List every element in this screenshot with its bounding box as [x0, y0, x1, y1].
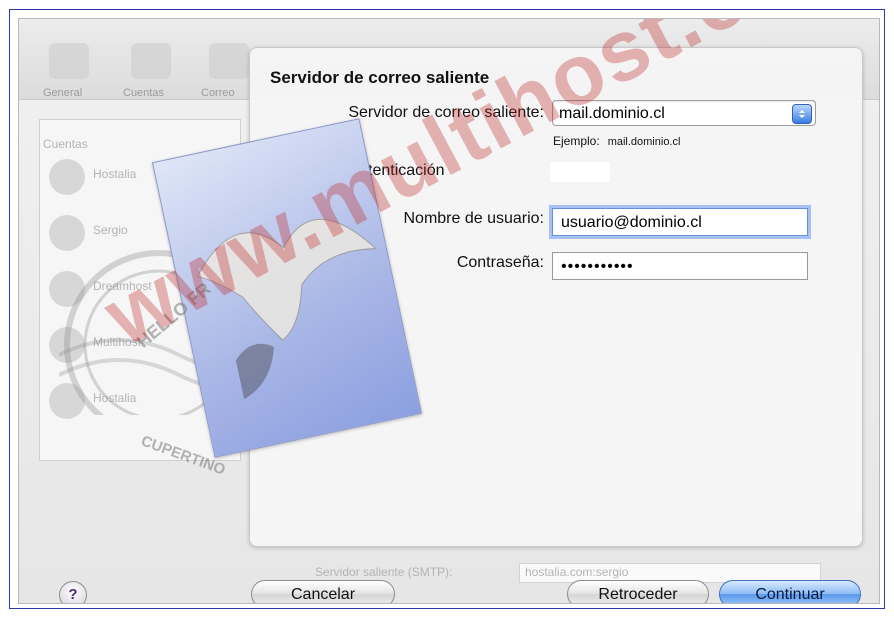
continue-button[interactable]: Continuar [719, 580, 861, 603]
password-field[interactable]: ••••••••••• [552, 252, 808, 280]
popup-arrows-icon[interactable] [792, 104, 812, 124]
mail-preferences-window: General Cuentas Correo Cuentas Hostalia … [18, 18, 880, 604]
server-example: Ejemplo: mail.dominio.cl [553, 134, 680, 148]
example-value: mail.dominio.cl [607, 136, 681, 148]
username-field[interactable]: usuario@dominio.cl [552, 208, 808, 236]
help-button[interactable]: ? [59, 581, 87, 603]
blank-field [550, 162, 610, 182]
back-button[interactable]: Retroceder [567, 580, 709, 603]
smtp-label: Servidor saliente (SMTP): [315, 565, 453, 579]
smtp-value: hostalia.com:sergio [525, 565, 629, 579]
cancel-button[interactable]: Cancelar [251, 580, 395, 603]
screenshot-frame: General Cuentas Correo Cuentas Hostalia … [9, 9, 885, 609]
